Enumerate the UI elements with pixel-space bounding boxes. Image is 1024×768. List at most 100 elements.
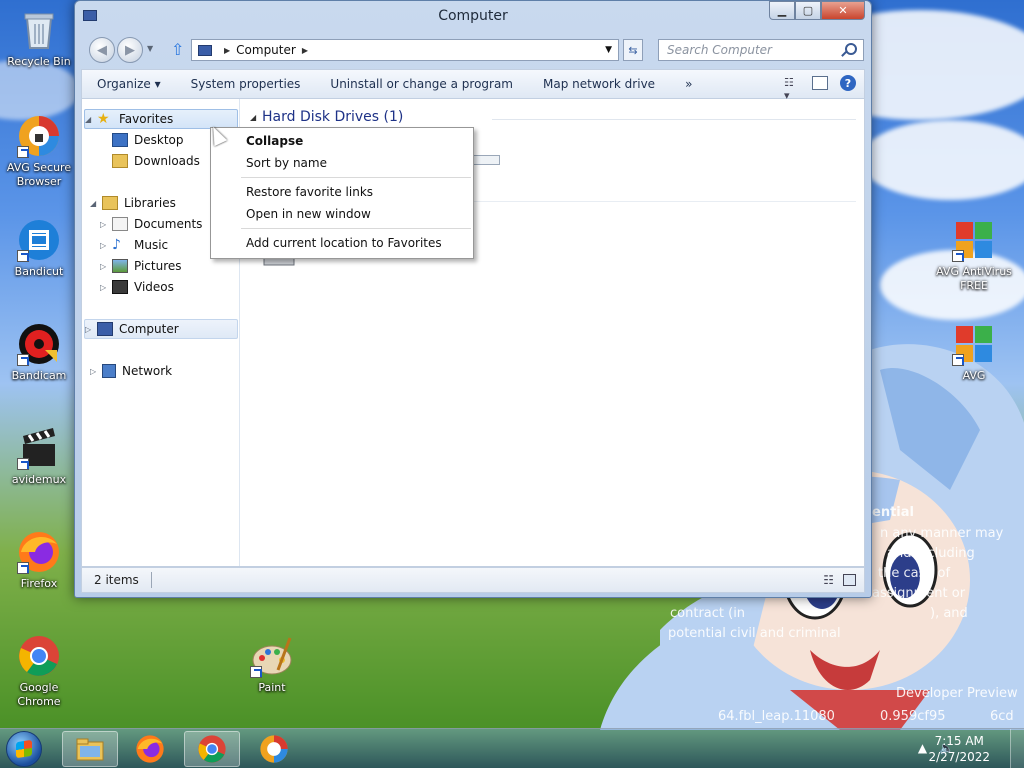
recent-pages-chevron-icon[interactable]: ▼ <box>147 44 153 53</box>
details-view-icon[interactable]: ☷ <box>823 573 834 587</box>
nav-item-pictures[interactable]: ▷ Pictures <box>100 256 182 276</box>
collapse-triangle-icon[interactable]: ◢ <box>85 115 97 124</box>
uninstall-program-button[interactable]: Uninstall or change a program <box>315 77 528 91</box>
refresh-button[interactable]: ⇆ <box>623 39 643 61</box>
desktop-icon-google-chrome[interactable]: Google Chrome <box>1 634 77 709</box>
desktop-icon-recycle-bin[interactable]: Recycle Bin <box>1 8 77 69</box>
search-placeholder: Search Computer <box>667 43 772 57</box>
desktop-icon-paint[interactable]: Paint <box>234 634 310 695</box>
nav-item-libraries[interactable]: ◢ Libraries <box>90 193 176 213</box>
menu-separator <box>241 177 471 178</box>
desktop-icon-avidemux[interactable]: avidemux <box>1 426 77 487</box>
preview-pane-icon[interactable] <box>812 76 828 90</box>
expand-triangle-icon[interactable]: ▷ <box>85 325 97 334</box>
nav-item-music[interactable]: ▷ ♪ Music <box>100 235 168 255</box>
large-icons-view-icon[interactable] <box>843 574 856 586</box>
desktop-icon-bandicut[interactable]: Bandicut <box>1 218 77 279</box>
expand-triangle-icon[interactable]: ▷ <box>100 262 112 271</box>
nav-item-network[interactable]: ▷ Network <box>90 361 172 381</box>
firefox-icon <box>17 530 61 574</box>
back-button[interactable]: ◀ <box>89 37 115 63</box>
menu-item-add-current-location[interactable]: Add current location to Favorites <box>211 232 473 254</box>
desktop-icon-label: avidemux <box>11 473 67 486</box>
help-icon[interactable]: ? <box>840 75 856 91</box>
collapse-triangle-icon[interactable]: ◢ <box>250 113 262 122</box>
back-arrow-icon: ◀ <box>97 42 107 58</box>
nav-item-videos[interactable]: ▷ Videos <box>100 277 174 297</box>
group-header-label: Hard Disk Drives (1) <box>262 109 404 125</box>
chrome-icon <box>198 735 226 763</box>
nav-item-label: Network <box>122 364 173 378</box>
nav-item-downloads[interactable]: Downloads <box>112 151 200 171</box>
breadcrumb-computer[interactable]: Computer <box>236 43 296 57</box>
more-commands-button[interactable]: » <box>670 77 707 91</box>
desktop-icon-label: AVG AntiVirus FREE <box>936 265 1012 292</box>
forward-arrow-icon: ▶ <box>125 42 135 58</box>
up-arrow-icon[interactable]: ⇧ <box>171 40 184 59</box>
taskbar-chrome-button[interactable] <box>184 731 240 767</box>
explorer-window: Computer ▁ ▢ ✕ ◀ ▶ ▼ ⇧ ▶ Computer ▶ ▼ ⇆ … <box>74 0 872 598</box>
nav-item-label: Desktop <box>134 133 184 147</box>
desktop-icon-label: Recycle Bin <box>7 55 71 68</box>
address-bar[interactable]: ▶ Computer ▶ ▼ <box>191 39 619 61</box>
desktop-icon-avg[interactable]: AVG <box>936 322 1012 383</box>
menu-item-collapse[interactable]: Collapse <box>211 130 473 152</box>
desktop-icon-label: Firefox <box>20 577 58 590</box>
minimize-button[interactable]: ▁ <box>769 1 795 20</box>
breadcrumb-separator-icon[interactable]: ▶ <box>302 46 308 55</box>
desktop-icon-bandicam[interactable]: Bandicam <box>1 322 77 383</box>
system-properties-button[interactable]: System properties <box>176 77 316 91</box>
clock[interactable]: 7:15 AM 2/27/2022 <box>928 733 990 765</box>
collapse-triangle-icon[interactable]: ◢ <box>90 199 102 208</box>
file-explorer-icon <box>76 738 104 761</box>
avidemux-icon <box>17 426 61 470</box>
breadcrumb-separator-icon[interactable]: ▶ <box>224 46 230 55</box>
change-view-icon[interactable]: ☷ ▾ <box>784 76 800 102</box>
group-header-hard-disk-drives[interactable]: ◢ Hard Disk Drives (1) <box>250 109 403 125</box>
nav-item-computer[interactable]: ▷ Computer <box>84 319 238 339</box>
expand-triangle-icon[interactable]: ▷ <box>90 367 102 376</box>
taskbar-avg-browser-button[interactable] <box>246 731 302 767</box>
nav-item-label: Downloads <box>134 154 200 168</box>
title-bar[interactable]: Computer ▁ ▢ ✕ <box>75 1 871 33</box>
pictures-icon <box>112 259 128 273</box>
watermark-line: the case of <box>878 566 951 581</box>
nav-item-label: Documents <box>134 217 203 231</box>
taskbar-firefox-button[interactable] <box>122 731 178 767</box>
start-button[interactable] <box>6 731 42 767</box>
desktop-icon-firefox[interactable]: Firefox <box>1 530 77 591</box>
expand-triangle-icon[interactable]: ▷ <box>100 283 112 292</box>
desktop-icon-label: Bandicut <box>14 265 64 278</box>
watermark-line: 6cd <box>990 709 1014 724</box>
nav-item-documents[interactable]: ▷ Documents <box>100 214 202 234</box>
map-network-drive-button[interactable]: Map network drive <box>528 77 670 91</box>
address-dropdown-icon[interactable]: ▼ <box>605 45 612 55</box>
nav-item-label: Music <box>134 238 169 252</box>
watermark-line: and including <box>887 546 975 561</box>
avg-antivirus-icon <box>952 218 996 262</box>
menu-item-sort-by-name[interactable]: Sort by name <box>211 152 473 174</box>
close-button[interactable]: ✕ <box>821 1 865 20</box>
show-desktop-button[interactable] <box>1010 729 1024 768</box>
maximize-button[interactable]: ▢ <box>795 1 821 20</box>
status-bar: 2 items ☷ <box>81 567 865 593</box>
search-input[interactable]: Search Computer <box>658 39 864 61</box>
desktop-icon-avg-antivirus-free[interactable]: AVG AntiVirus FREE <box>936 218 1012 293</box>
taskbar-explorer-button[interactable] <box>62 731 118 767</box>
avg-secure-browser-icon <box>17 114 61 158</box>
watermark-line: contract (in <box>670 606 746 621</box>
watermark-line: ), and <box>930 606 968 621</box>
desktop-icon-label: Paint <box>258 681 286 694</box>
menu-item-restore-favorite-links[interactable]: Restore favorite links <box>211 181 473 203</box>
expand-triangle-icon[interactable]: ▷ <box>100 241 112 250</box>
organize-button[interactable]: Organize ▾ <box>82 77 176 91</box>
desktop-icon-avg-secure-browser[interactable]: AVG Secure Browser <box>1 114 77 189</box>
nav-item-desktop[interactable]: Desktop <box>112 130 184 150</box>
menu-item-open-in-new-window[interactable]: Open in new window <box>211 203 473 225</box>
network-icon <box>102 364 116 378</box>
search-icon[interactable] <box>845 43 857 55</box>
show-hidden-icons-icon[interactable]: ▲ <box>918 741 927 755</box>
expand-triangle-icon[interactable]: ▷ <box>100 220 112 229</box>
shortcut-arrow-icon <box>17 146 29 158</box>
forward-button[interactable]: ▶ <box>117 37 143 63</box>
